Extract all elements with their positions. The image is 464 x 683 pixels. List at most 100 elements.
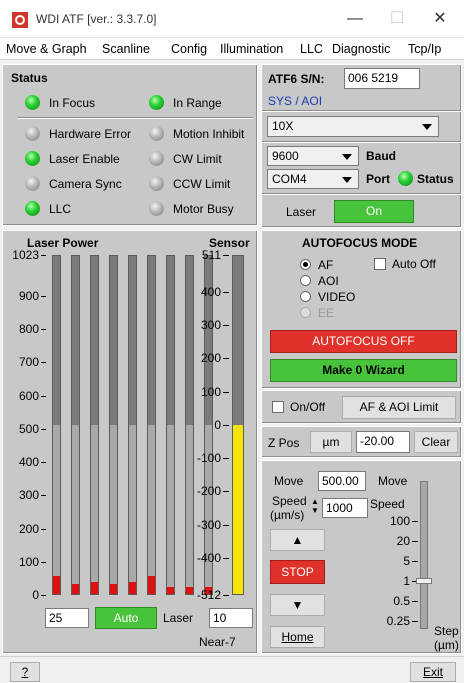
minimize-icon[interactable]: —: [340, 6, 370, 32]
menu-illumination[interactable]: Illumination: [220, 42, 283, 56]
atf-separator-3: [262, 193, 461, 195]
chevron-down-icon: [342, 177, 352, 183]
speed-scale-label: Speed: [370, 497, 405, 511]
menu-move-graph[interactable]: Move & Graph: [6, 42, 87, 56]
laser-power-tick-label: 100: [18, 554, 39, 569]
atf-panel: ATF6 S/N: 006 5219 SYS / AOI 10X 9600 Ba…: [261, 64, 462, 228]
hardware-error-label: Hardware Error: [49, 127, 132, 141]
laser-power-bar-range: [129, 424, 136, 594]
ccw-limit-label: CCW Limit: [173, 177, 231, 191]
menu-config[interactable]: Config: [171, 42, 207, 56]
sensor-tick-label: -300: [196, 517, 221, 532]
laser-power-bar-range: [148, 424, 155, 594]
laser-on-button[interactable]: On: [334, 200, 414, 223]
title-bar: WDI ATF [ver.: 3.3.7.0] — ☐ ✕: [0, 0, 464, 38]
maximize-icon[interactable]: ☐: [382, 6, 412, 32]
af-aoi-limit-button[interactable]: AF & AOI Limit: [342, 396, 456, 419]
laser-power-bar-fill: [91, 582, 98, 594]
auto-button[interactable]: Auto: [95, 607, 157, 629]
laser-power-bar: [128, 255, 137, 595]
close-icon[interactable]: ✕: [425, 6, 455, 32]
clear-button[interactable]: Clear: [414, 431, 458, 453]
radio-af-label: AF: [318, 258, 334, 272]
sensor-tick-label: 0: [214, 417, 221, 432]
objective-select[interactable]: 10X: [267, 116, 439, 137]
speed-value-field[interactable]: 1000: [322, 498, 368, 518]
radio-aoi[interactable]: [300, 275, 311, 286]
laser-power-tick-label: 1023: [12, 248, 39, 262]
radio-af[interactable]: [300, 259, 311, 270]
sensor-tick: [223, 358, 229, 360]
step-slider-thumb[interactable]: [416, 578, 432, 584]
sensor-tick: [223, 595, 229, 596]
radio-video[interactable]: [300, 291, 311, 302]
laser-power-tick-label: 900: [18, 288, 39, 303]
move-value-field[interactable]: 500.00: [318, 471, 366, 491]
atf-sn-label: ATF6 S/N:: [268, 72, 325, 86]
help-button[interactable]: ?: [10, 662, 40, 682]
motion-inhibit-label: Motion Inhibit: [173, 127, 245, 141]
laser-power-value[interactable]: 25: [45, 608, 89, 628]
laser-power-tick-label: 400: [18, 455, 39, 470]
zpos-value-field[interactable]: -20.00: [356, 431, 410, 453]
menu-diagnostic[interactable]: Diagnostic: [332, 42, 390, 56]
atf-sn-field[interactable]: 006 5219: [344, 68, 420, 89]
laser-power-bar-range: [167, 424, 174, 594]
laser-power-bar-range: [53, 424, 60, 594]
sensor-tick: [223, 557, 229, 559]
laser-sensor-panel: Laser Power Sensor 1023 900 800 700 600 500 40…: [2, 230, 258, 654]
laser-power-bar: [90, 255, 99, 595]
menu-llc[interactable]: LLC: [300, 42, 323, 56]
stop-button[interactable]: STOP: [270, 560, 325, 584]
sensor-tick: [223, 524, 229, 526]
status-title: Status: [11, 71, 48, 85]
laser-power-tick-label: 700: [18, 355, 39, 370]
onoff-checkbox[interactable]: [272, 401, 284, 413]
laser-power-tick: [41, 329, 46, 331]
exit-button[interactable]: Exit: [410, 662, 456, 682]
baud-select[interactable]: 9600: [267, 146, 359, 166]
auto-off-checkbox[interactable]: [374, 258, 386, 270]
port-select[interactable]: COM4: [267, 169, 359, 189]
speed-label: Speed: [272, 494, 307, 508]
port-label: Port: [366, 172, 390, 186]
laser-power-bar-range: [110, 424, 117, 594]
radio-video-label: VIDEO: [318, 290, 356, 304]
window-title: WDI ATF [ver.: 3.3.7.0]: [36, 12, 157, 26]
unit-button[interactable]: µm: [310, 431, 352, 453]
speed-unit-label: (µm/s): [270, 508, 305, 522]
laser-label: Laser: [286, 205, 317, 219]
laser-power-bar: [52, 255, 61, 595]
motor-busy-label: Motor Busy: [173, 202, 234, 216]
baud-label: Baud: [366, 149, 396, 163]
sensor-tick-label: -200: [196, 484, 221, 499]
sensor-tick-label: 300: [200, 318, 221, 333]
laser-power-bar-range: [91, 424, 98, 594]
laser-power-tick-label: 800: [18, 322, 39, 337]
sensor-tick: [223, 424, 229, 426]
laser-power-bar-fill: [53, 575, 60, 594]
menu-scanline[interactable]: Scanline: [102, 42, 150, 56]
menu-tcpip[interactable]: Tcp/Ip: [408, 42, 441, 56]
speed-spinner-icon[interactable]: ▲ ▼: [311, 497, 321, 515]
laser-power-bar-fill: [72, 584, 79, 594]
radio-ee: [300, 307, 311, 318]
step-tick-label: 0.5: [393, 594, 410, 608]
laser-power-tick-label: 0: [32, 588, 39, 602]
make-zero-wizard-button[interactable]: Make 0 Wizard: [270, 359, 457, 382]
radio-aoi-label: AOI: [318, 274, 339, 288]
step-tick: [412, 541, 418, 542]
laser-power-bar-fill: [148, 575, 155, 594]
in-range-label: In Range: [173, 96, 222, 110]
laser-power-bar: [147, 255, 156, 595]
onoff-label: On/Off: [290, 400, 326, 414]
radio-ee-label: EE: [318, 306, 335, 320]
move-down-button[interactable]: ▼: [270, 594, 325, 616]
laser-value-field[interactable]: 10: [209, 608, 253, 628]
laser-power-bar: [166, 255, 175, 595]
autofocus-off-button[interactable]: AUTOFOCUS OFF: [270, 330, 457, 353]
step-slider-track[interactable]: [420, 481, 428, 629]
move-up-button[interactable]: ▲: [270, 529, 325, 551]
home-button[interactable]: Home: [270, 626, 325, 648]
led-hardware-error: [25, 126, 40, 141]
